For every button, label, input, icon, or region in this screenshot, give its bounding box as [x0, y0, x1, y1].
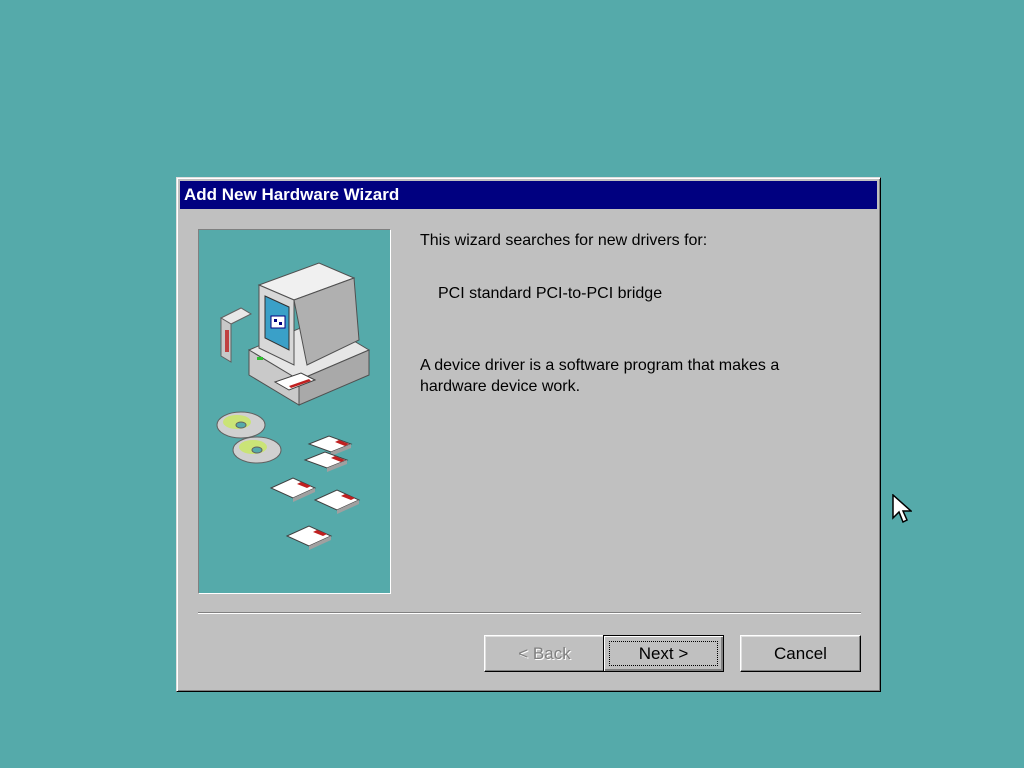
back-button[interactable]: < Back — [484, 635, 605, 672]
wizard-illustration — [216, 262, 371, 550]
focus-rectangle — [609, 641, 718, 666]
computer-icon — [219, 262, 371, 406]
back-button-label: < Back — [518, 643, 571, 663]
arrow-cursor-icon — [892, 494, 912, 524]
cancel-button[interactable]: Cancel — [740, 635, 861, 672]
device-name: PCI standard PCI-to-PCI bridge — [438, 285, 663, 302]
next-button[interactable]: Next > — [603, 635, 724, 672]
description-text: A device driver is a software program th… — [420, 357, 780, 395]
window-title: Add New Hardware Wizard — [184, 185, 400, 204]
cd-icon — [216, 411, 282, 464]
separator — [198, 612, 861, 614]
floppy-disk-icon — [269, 435, 361, 550]
intro-text: This wizard searches for new drivers for… — [420, 232, 708, 249]
wizard-illustration-panel — [198, 229, 391, 594]
add-hardware-wizard-dialog: Add New Hardware Wizard This wizard sear… — [176, 177, 881, 692]
desktop: Add New Hardware Wizard This wizard sear… — [0, 0, 1024, 768]
cancel-button-label: Cancel — [774, 643, 827, 663]
title-bar[interactable]: Add New Hardware Wizard — [180, 181, 877, 209]
